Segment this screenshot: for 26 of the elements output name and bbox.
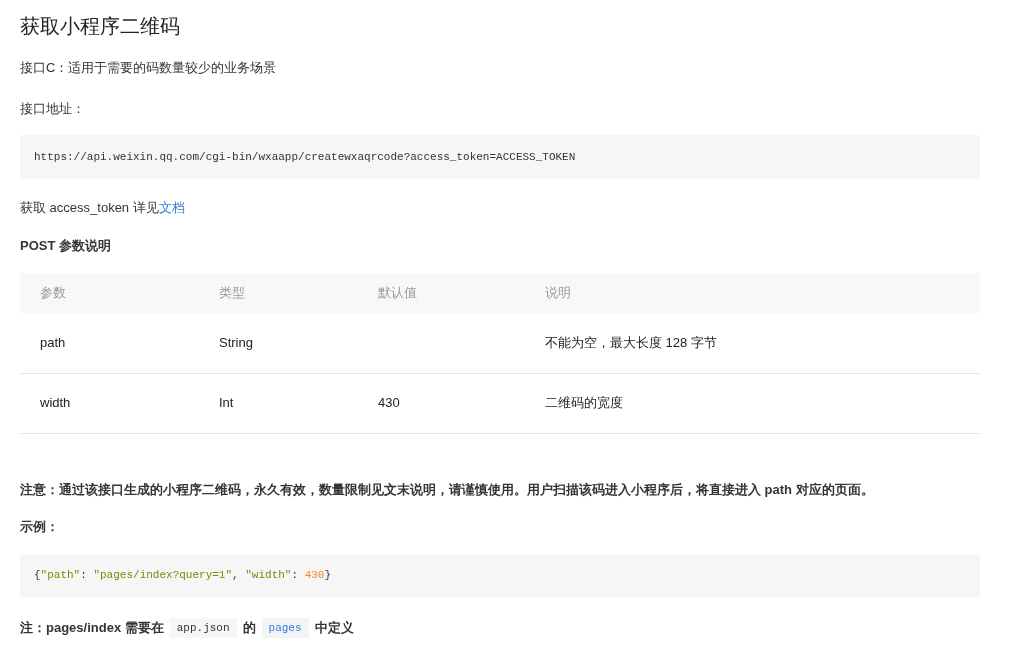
table-cell: 二维码的宽度 (545, 395, 623, 411)
doc-link[interactable]: 文档 (158, 200, 185, 215)
table-cell: 430 (378, 395, 400, 411)
table-cell: path (40, 335, 66, 350)
params-heading: POST 参数说明 (20, 236, 112, 255)
notice-text: 注意：通过该接口生成的小程序二维码，永久有效，数量限制见文末说明，请谨慎使用。用户扫描该码进入小程序后，将直接进入 path 对应的页面。 (20, 480, 875, 499)
code-block: {"path": "pages/index?query=1", "width": 430} (20, 553, 980, 598)
code-block: https://api.weixin.qq.com/cgi-bin/wxaapp/createwxaqrcode?access_token=ACCESS_TOKEN (20, 135, 980, 179)
inline-code: app.json (169, 617, 237, 638)
table-cell: String (219, 335, 253, 350)
column-header: 参数 (20, 273, 199, 313)
column-header: 默认值 (358, 273, 525, 313)
page-title: 获取小程序二维码 (20, 14, 181, 39)
table-cell: Int (219, 395, 234, 411)
note-text: 注：pages/index 需要在 (20, 619, 164, 637)
column-header: 说明 (525, 273, 980, 313)
table-cell: width (40, 395, 71, 411)
intro-text: 接口C：适用于需要的码数量较少的业务场景 (20, 59, 278, 77)
inline-code: pages (261, 617, 309, 638)
column-header: 类型 (199, 273, 358, 313)
example-label: 示例： (20, 518, 60, 536)
token-note: 获取 access_token 详见文档 (20, 199, 186, 217)
table-cell: 不能为空，最大长度 128 字节 (545, 335, 717, 350)
address-label: 接口地址： (20, 99, 86, 118)
note-text: 的 (242, 619, 256, 637)
note-text: 中定义 (314, 619, 354, 637)
